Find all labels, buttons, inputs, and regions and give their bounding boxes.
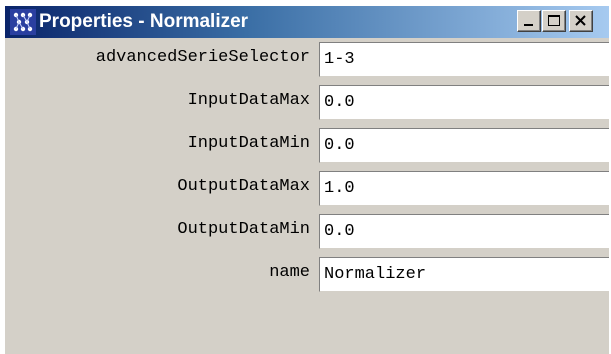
name-field[interactable] <box>319 257 609 292</box>
property-label: InputDataMax <box>187 91 310 110</box>
property-row-advanced-serie-selector: advancedSerieSelector <box>5 38 609 81</box>
property-row-input-data-max: InputDataMax <box>5 81 609 124</box>
output-data-min-field[interactable] <box>319 214 609 249</box>
close-button[interactable] <box>569 10 593 32</box>
minimize-button[interactable] <box>517 10 541 32</box>
minimize-icon <box>524 24 533 26</box>
close-icon <box>575 15 586 26</box>
property-label: name <box>269 263 310 282</box>
advanced-serie-selector-field[interactable] <box>319 42 609 77</box>
input-data-min-field[interactable] <box>319 128 609 163</box>
output-data-max-field[interactable] <box>319 171 609 206</box>
maximize-button[interactable] <box>542 10 566 32</box>
input-data-max-field[interactable] <box>319 85 609 120</box>
property-label: OutputDataMin <box>177 220 310 239</box>
property-label: InputDataMin <box>187 134 310 153</box>
window-title: Properties - Normalizer <box>39 11 249 32</box>
property-row-output-data-min: OutputDataMin <box>5 210 609 253</box>
title-bar[interactable]: Properties - Normalizer <box>5 6 609 38</box>
property-row-name: name <box>5 253 609 296</box>
properties-window: Properties - Normalizer advancedSerieSel… <box>5 6 609 354</box>
property-row-output-data-max: OutputDataMax <box>5 167 609 210</box>
maximize-icon <box>548 15 560 26</box>
property-label: advancedSerieSelector <box>95 48 310 67</box>
property-row-input-data-min: InputDataMin <box>5 124 609 167</box>
java-app-icon[interactable] <box>10 9 36 35</box>
property-label: OutputDataMax <box>177 177 310 196</box>
